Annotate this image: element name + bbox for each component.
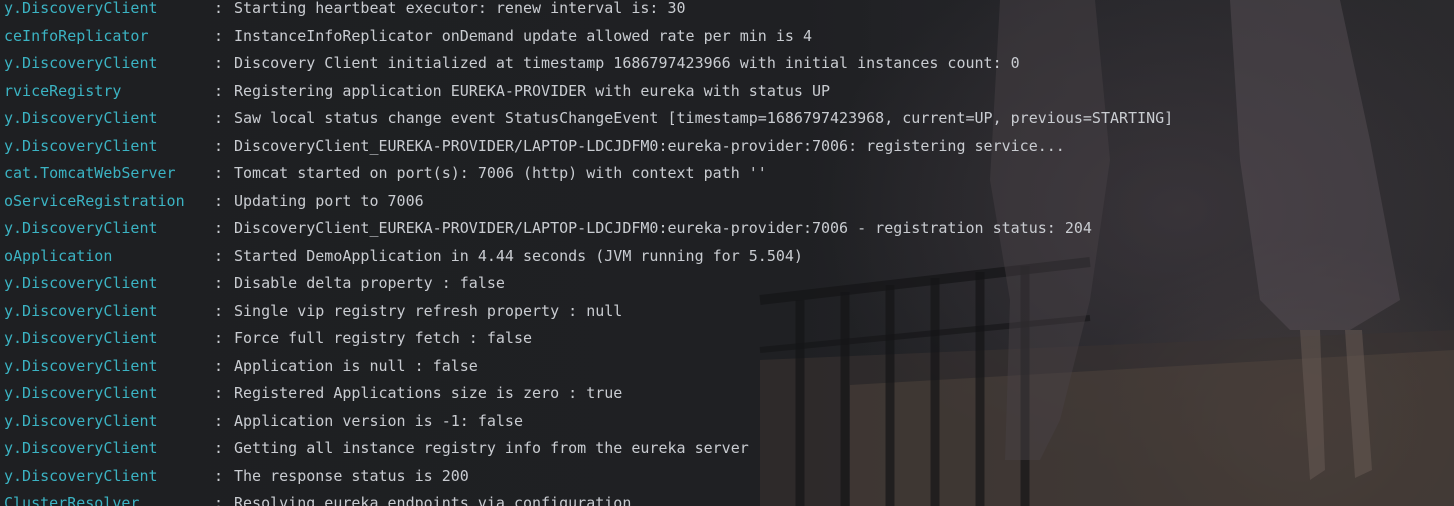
separator: : [214, 494, 224, 506]
separator: : [214, 191, 224, 210]
log-line[interactable]: oServiceRegistration: Updating port to 70… [0, 188, 1173, 216]
separator: : [214, 301, 224, 320]
separator: : [214, 26, 224, 45]
log-lines[interactable]: y.DiscoveryClient: Starting heartbeat exe… [0, 0, 1173, 506]
separator: : [214, 356, 224, 375]
log-line[interactable]: oApplication: Started DemoApplication in … [0, 243, 1173, 271]
logger-name[interactable]: ceInfoReplicator [0, 23, 214, 51]
separator: : [214, 109, 224, 127]
logger-name[interactable]: y.DiscoveryClient [0, 0, 214, 23]
log-message: The response status is 200 [234, 466, 469, 485]
log-message: Disable delta property : false [234, 274, 505, 292]
log-line[interactable]: y.DiscoveryClient: Disable delta property… [0, 270, 1173, 298]
log-message: Started DemoApplication in 4.44 seconds … [234, 246, 803, 265]
separator: : [214, 54, 224, 72]
log-message: Updating port to 7006 [234, 191, 424, 210]
separator: : [214, 384, 224, 402]
logger-name[interactable]: y.DiscoveryClient [0, 298, 214, 326]
log-line[interactable]: y.DiscoveryClient: Force full registry fe… [0, 325, 1173, 353]
log-line[interactable]: y.DiscoveryClient: Application is null : … [0, 353, 1173, 381]
log-message: DiscoveryClient_EUREKA-PROVIDER/LAPTOP-L… [234, 219, 1092, 237]
log-message: Registered Applications size is zero : t… [234, 384, 623, 402]
separator: : [214, 246, 224, 265]
log-message: Registering application EUREKA-PROVIDER … [234, 81, 831, 100]
log-line[interactable]: ceInfoReplicator: InstanceInfoReplicator … [0, 23, 1173, 51]
log-line[interactable]: y.DiscoveryClient: Starting heartbeat exe… [0, 0, 1173, 23]
logger-name[interactable]: y.DiscoveryClient [0, 353, 214, 381]
log-message: Resolving eureka endpoints via configura… [234, 494, 632, 506]
logger-name[interactable]: y.DiscoveryClient [0, 325, 214, 353]
logger-name[interactable]: y.DiscoveryClient [0, 435, 214, 463]
log-message: Application version is -1: false [234, 411, 523, 430]
logger-name[interactable]: y.DiscoveryClient [0, 105, 214, 133]
logger-name[interactable]: y.DiscoveryClient [0, 215, 214, 243]
separator: : [214, 274, 224, 292]
separator: : [214, 136, 224, 155]
log-line[interactable]: y.DiscoveryClient: DiscoveryClient_EUREKA… [0, 133, 1173, 161]
log-line[interactable]: y.DiscoveryClient: DiscoveryClient_EUREKA… [0, 215, 1173, 243]
log-line[interactable]: y.DiscoveryClient: Saw local status chang… [0, 105, 1173, 133]
separator: : [214, 439, 224, 457]
log-line[interactable]: y.DiscoveryClient: Registered Application… [0, 380, 1173, 408]
log-line[interactable]: y.DiscoveryClient: Discovery Client initi… [0, 50, 1173, 78]
separator: : [214, 164, 224, 182]
log-line[interactable]: rviceRegistry: Registering application EU… [0, 78, 1173, 106]
log-message: InstanceInfoReplicator onDemand update a… [234, 26, 812, 45]
log-message: DiscoveryClient_EUREKA-PROVIDER/LAPTOP-L… [234, 136, 1065, 155]
log-message: Tomcat started on port(s): 7006 (http) w… [234, 164, 767, 182]
logger-name[interactable]: cat.TomcatWebServer [0, 160, 214, 188]
log-line[interactable]: y.DiscoveryClient: Single vip registry re… [0, 298, 1173, 326]
log-message: Application is null : false [234, 356, 478, 375]
separator: : [214, 219, 224, 237]
log-line[interactable]: y.DiscoveryClient: The response status is… [0, 463, 1173, 491]
separator: : [214, 0, 224, 17]
log-message: Starting heartbeat executor: renew inter… [234, 0, 686, 17]
log-line[interactable]: y.DiscoveryClient: Application version is… [0, 408, 1173, 436]
logger-name[interactable]: ClusterResolver [0, 490, 214, 506]
logger-name[interactable]: y.DiscoveryClient [0, 50, 214, 78]
logger-name[interactable]: y.DiscoveryClient [0, 270, 214, 298]
separator: : [214, 411, 224, 430]
logger-name[interactable]: oServiceRegistration [0, 188, 214, 216]
separator: : [214, 466, 224, 485]
logger-name[interactable]: y.DiscoveryClient [0, 133, 214, 161]
log-line[interactable]: y.DiscoveryClient: Getting all instance r… [0, 435, 1173, 463]
logger-name[interactable]: y.DiscoveryClient [0, 380, 214, 408]
logger-name[interactable]: y.DiscoveryClient [0, 463, 214, 491]
log-message: Discovery Client initialized at timestam… [234, 54, 1020, 72]
console-output-panel[interactable]: y.DiscoveryClient: Starting heartbeat exe… [0, 0, 1454, 506]
log-line[interactable]: ClusterResolver: Resolving eureka endpoin… [0, 490, 1173, 506]
logger-name[interactable]: y.DiscoveryClient [0, 408, 214, 436]
log-message: Force full registry fetch : false [234, 329, 533, 347]
logger-name[interactable]: oApplication [0, 243, 214, 271]
log-line[interactable]: cat.TomcatWebServer: Tomcat started on po… [0, 160, 1173, 188]
log-message: Getting all instance registry info from … [234, 439, 749, 457]
separator: : [214, 329, 224, 347]
logger-name[interactable]: rviceRegistry [0, 78, 214, 106]
separator: : [214, 81, 224, 100]
log-message: Saw local status change event StatusChan… [234, 109, 1174, 127]
log-message: Single vip registry refresh property : n… [234, 301, 623, 320]
